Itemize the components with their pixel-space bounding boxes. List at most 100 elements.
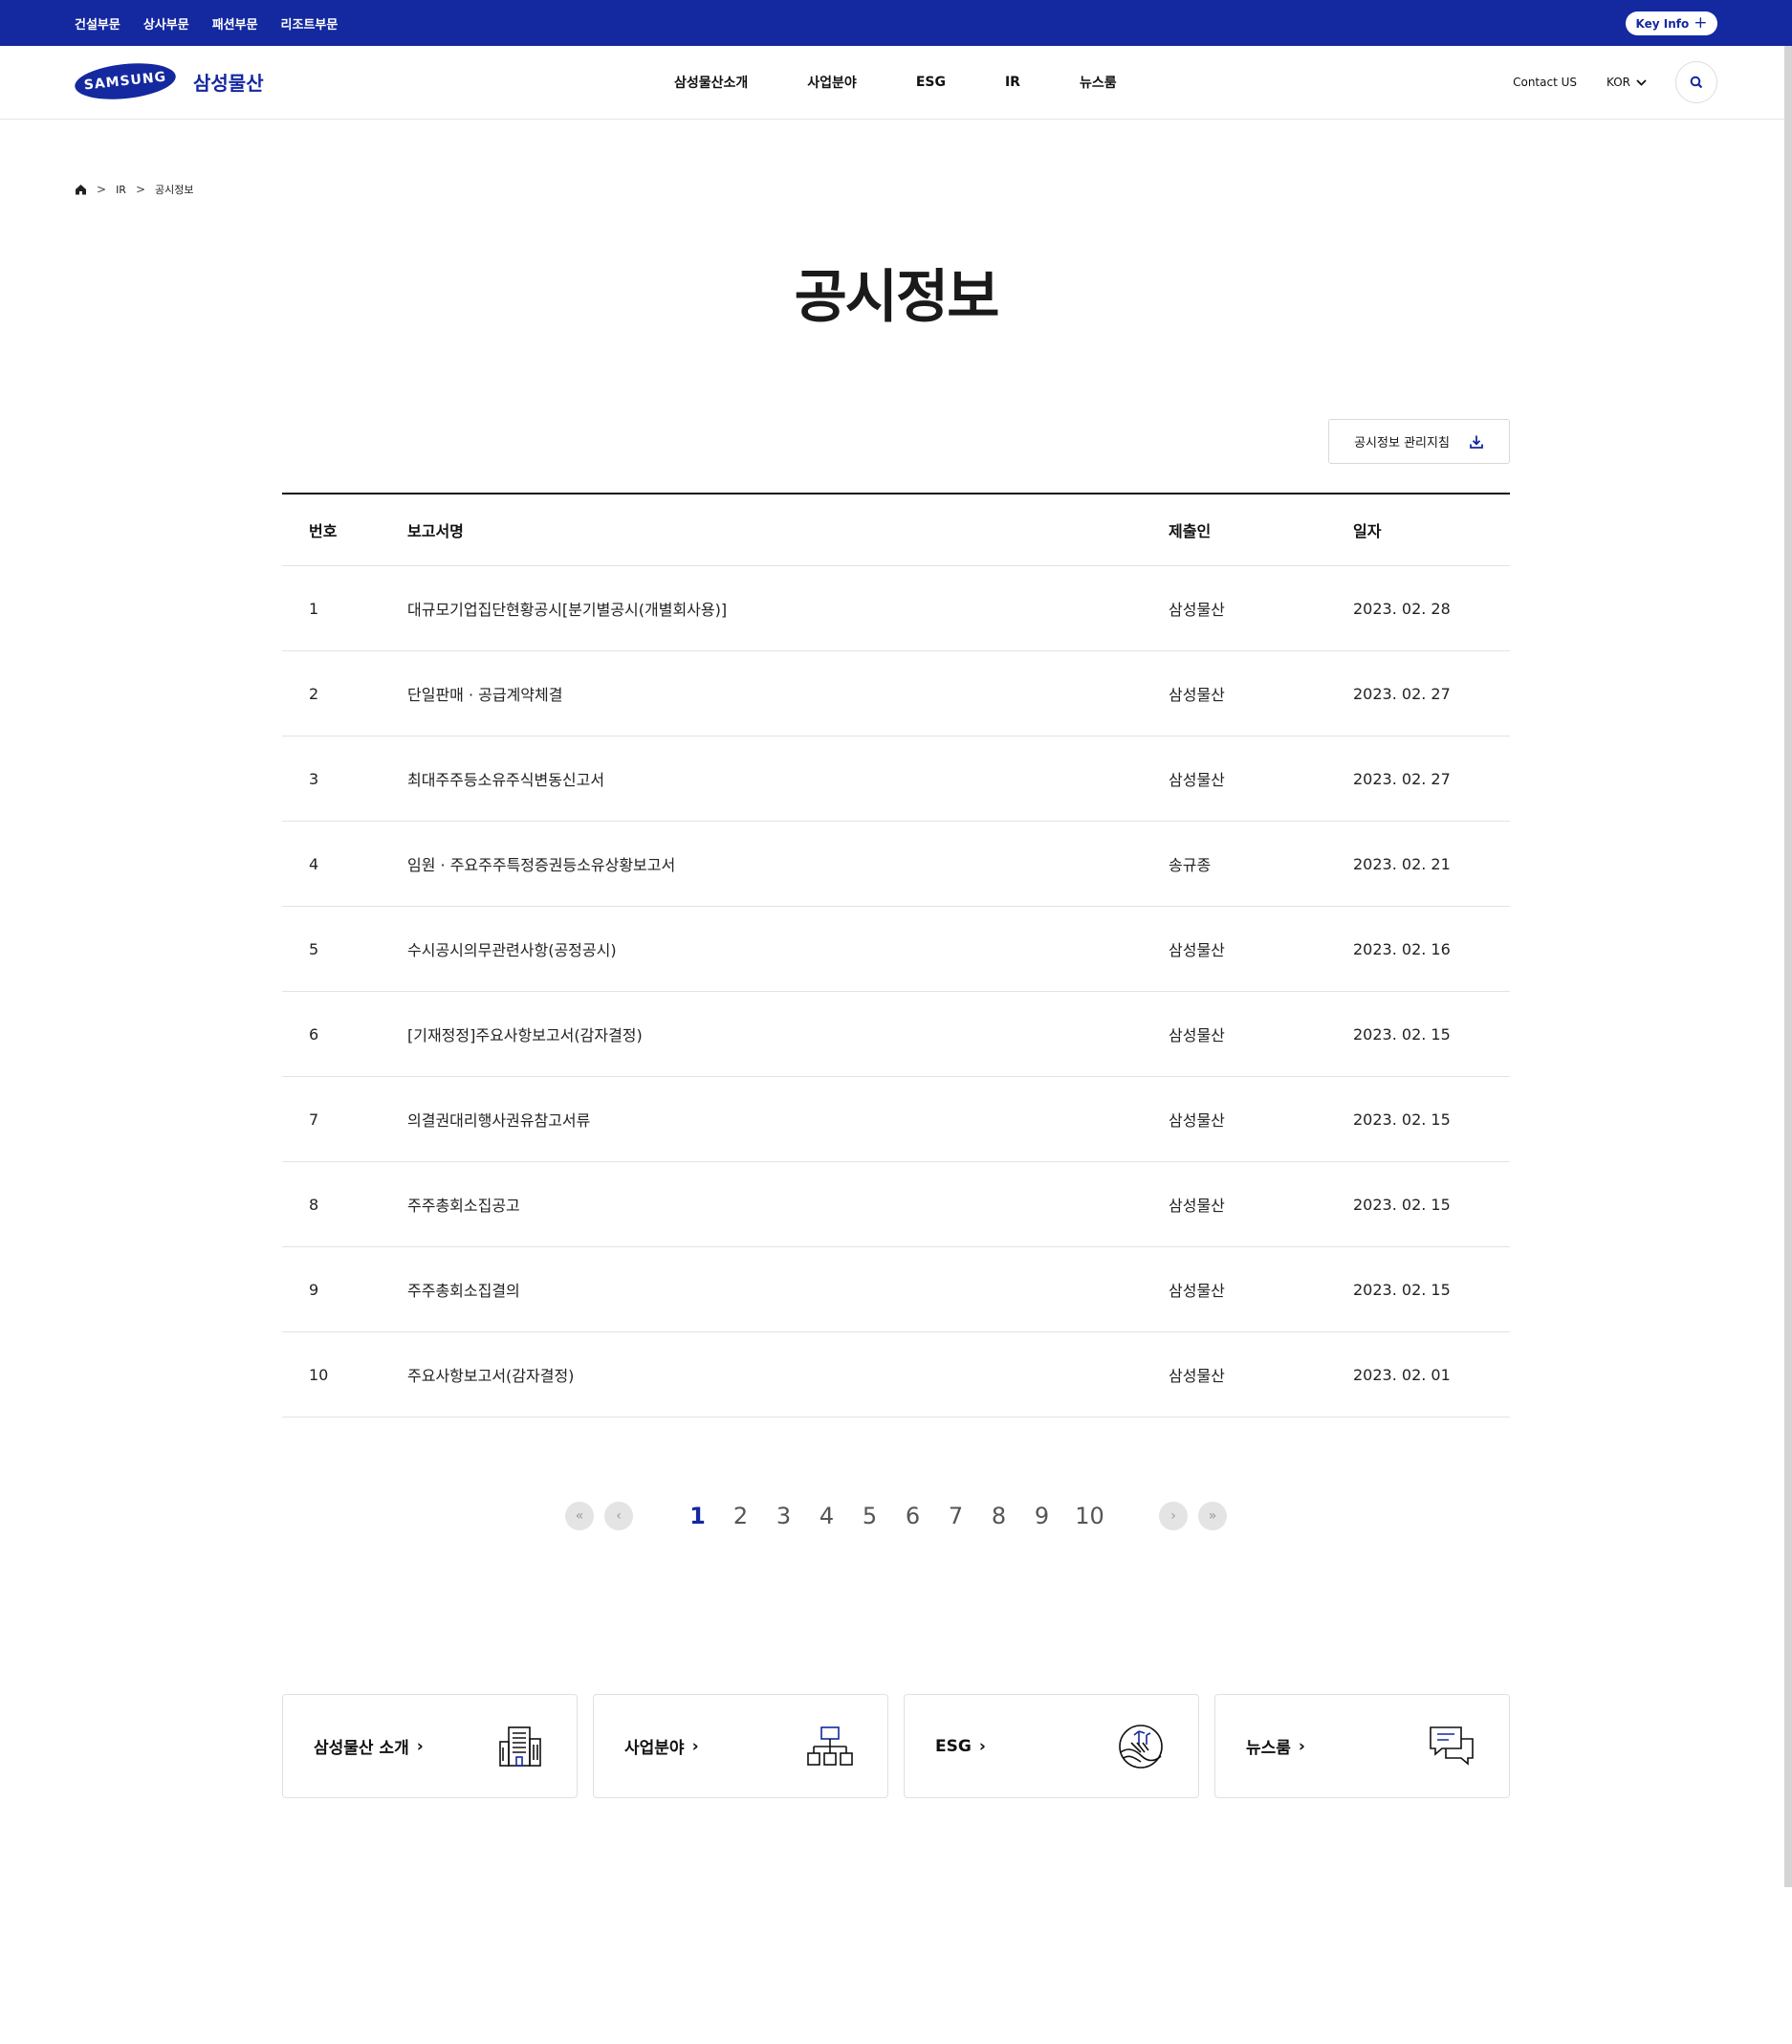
report-title-link[interactable]: 주주총회소집결의 (405, 1278, 1167, 1301)
table-row[interactable]: 5 수시공시의무관련사항(공정공시) 삼성물산 2023. 02. 16 (282, 907, 1510, 992)
card-label-text: 삼성물산 소개 (314, 1739, 409, 1758)
breadcrumb-item-current: 공시정보 (155, 184, 194, 196)
row-number: 2 (309, 684, 319, 703)
division-links: 건설부문 상사부문 패션부문 리조트부문 (75, 0, 338, 46)
page-number[interactable]: 3 (762, 1503, 805, 1529)
prev-page-button[interactable]: ‹ (604, 1502, 633, 1530)
report-title-link[interactable]: 임원 · 주요주주특정증권등소유상황보고서 (405, 852, 1167, 875)
nav-item-ir[interactable]: IR (1005, 75, 1020, 90)
page-number[interactable]: 5 (848, 1503, 891, 1529)
division-link-fashion[interactable]: 패션부문 (212, 14, 258, 33)
card-label-text: ESG (935, 1736, 972, 1756)
division-link-construction[interactable]: 건설부문 (75, 14, 120, 33)
page-number[interactable]: 9 (1020, 1503, 1063, 1529)
key-info-button[interactable]: Key Info + (1626, 11, 1717, 35)
disclosure-guide-label: 공시정보 관리지침 (1354, 436, 1450, 451)
chevron-right-icon: › (1298, 1736, 1305, 1756)
table-row[interactable]: 6 [기재정정]주요사항보고서(감자결정) 삼성물산 2023. 02. 15 (282, 992, 1510, 1077)
row-submitter: 삼성물산 (1169, 1282, 1225, 1300)
page-number[interactable]: 10 (1063, 1503, 1116, 1529)
main-nav: 삼성물산소개 사업분야 ESG IR 뉴스룸 (674, 46, 1176, 119)
row-submitter: 삼성물산 (1169, 1367, 1225, 1385)
report-title-link[interactable]: 대규모기업집단현황공시[분기별공시(개별회사용)] (405, 597, 1167, 620)
home-logo[interactable]: SAMSUNG 삼성물산 (73, 58, 264, 104)
chevron-right-icon: › (416, 1736, 424, 1756)
nav-item-about[interactable]: 삼성물산소개 (674, 73, 748, 92)
division-link-resort[interactable]: 리조트부문 (281, 14, 339, 33)
next-page-button[interactable]: › (1159, 1502, 1188, 1530)
page-number[interactable]: 6 (891, 1503, 934, 1529)
row-date: 2023. 02. 21 (1353, 854, 1451, 873)
row-date: 2023. 02. 28 (1353, 599, 1451, 618)
col-header-submitter: 제출인 (1169, 522, 1212, 540)
row-date: 2023. 02. 15 (1353, 1195, 1451, 1214)
last-page-button[interactable]: » (1198, 1502, 1227, 1530)
report-title-link[interactable]: 수시공시의무관련사항(공정공시) (405, 937, 1167, 960)
row-submitter: 삼성물산 (1169, 1111, 1225, 1130)
download-icon (1470, 435, 1483, 449)
breadcrumb-item-ir[interactable]: IR (116, 184, 126, 196)
row-submitter: 삼성물산 (1169, 686, 1225, 704)
table-row[interactable]: 9 주주총회소집결의 삼성물산 2023. 02. 15 (282, 1247, 1510, 1332)
page-number[interactable]: 8 (977, 1503, 1020, 1529)
page-scrollbar[interactable] (1784, 46, 1792, 1887)
language-select[interactable]: KOR (1606, 76, 1647, 89)
row-submitter: 송규종 (1169, 856, 1212, 874)
row-number: 9 (309, 1280, 319, 1299)
language-label: KOR (1606, 76, 1630, 89)
page-number[interactable]: 7 (934, 1503, 977, 1529)
home-icon[interactable] (75, 184, 87, 195)
card-esg[interactable]: ESG › (904, 1694, 1199, 1798)
report-title-link[interactable]: 의결권대리행사권유참고서류 (405, 1108, 1167, 1131)
card-business[interactable]: 사업분야 › (593, 1694, 888, 1798)
search-button[interactable] (1675, 61, 1717, 103)
row-submitter: 삼성물산 (1169, 1026, 1225, 1044)
report-title-link[interactable]: [기재정정]주요사항보고서(감자결정) (405, 1022, 1167, 1045)
row-date: 2023. 02. 01 (1353, 1365, 1451, 1384)
card-about[interactable]: 삼성물산 소개 › (282, 1694, 578, 1798)
company-name: 삼성물산 (193, 71, 264, 95)
table-row[interactable]: 4 임원 · 주요주주특정증권등소유상황보고서 송규종 2023. 02. 21 (282, 822, 1510, 907)
report-title-link[interactable]: 최대주주등소유주식변동신고서 (405, 767, 1167, 790)
report-title-link[interactable]: 주요사항보고서(감자결정) (405, 1363, 1167, 1386)
division-link-trading[interactable]: 상사부문 (143, 14, 189, 33)
breadcrumb-separator: > (97, 183, 107, 196)
report-title-link[interactable]: 단일판매 · 공급계약체결 (405, 682, 1167, 705)
row-date: 2023. 02. 15 (1353, 1024, 1451, 1044)
row-submitter: 삼성물산 (1169, 1197, 1225, 1215)
chevron-down-icon (1636, 78, 1647, 86)
table-row[interactable]: 2 단일판매 · 공급계약체결 삼성물산 2023. 02. 27 (282, 651, 1510, 736)
row-date: 2023. 02. 16 (1353, 939, 1451, 958)
breadcrumb: > IR > 공시정보 (75, 182, 194, 197)
search-icon (1690, 76, 1703, 89)
table-row[interactable]: 8 주주총회소집공고 삼성물산 2023. 02. 15 (282, 1162, 1510, 1247)
contact-us-link[interactable]: Contact US (1513, 76, 1577, 89)
report-title-link[interactable]: 주주총회소집공고 (405, 1193, 1167, 1216)
table-header: 번호 보고서명 제출인 일자 (282, 495, 1510, 566)
row-number: 8 (309, 1195, 319, 1214)
page-title: 공시정보 (794, 264, 1000, 331)
row-date: 2023. 02. 15 (1353, 1280, 1451, 1299)
table-row[interactable]: 10 주요사항보고서(감자결정) 삼성물산 2023. 02. 01 (282, 1332, 1510, 1418)
chevron-right-icon: › (691, 1736, 699, 1756)
page-number[interactable]: 4 (805, 1503, 848, 1529)
nav-item-newsroom[interactable]: 뉴스룸 (1080, 73, 1117, 92)
row-number: 5 (309, 939, 319, 958)
row-date: 2023. 02. 27 (1353, 769, 1451, 788)
plus-icon: + (1694, 13, 1708, 33)
page-number[interactable]: 2 (719, 1503, 762, 1529)
table-row[interactable]: 7 의결권대리행사권유참고서류 삼성물산 2023. 02. 15 (282, 1077, 1510, 1162)
org-chart-icon (807, 1725, 853, 1766)
nav-item-esg[interactable]: ESG (916, 75, 946, 90)
globe-wind-icon (1119, 1724, 1163, 1769)
table-row[interactable]: 1 대규모기업집단현황공시[분기별공시(개별회사용)] 삼성물산 2023. 0… (282, 566, 1510, 651)
disclosure-table: 번호 보고서명 제출인 일자 1 대규모기업집단현황공시[분기별공시(개별회사용… (282, 493, 1510, 1418)
card-newsroom[interactable]: 뉴스룸 › (1214, 1694, 1510, 1798)
col-header-title: 보고서명 (407, 522, 464, 540)
first-page-button[interactable]: « (565, 1502, 594, 1530)
page-number[interactable]: 1 (676, 1503, 719, 1529)
nav-item-business[interactable]: 사업분야 (807, 73, 857, 92)
disclosure-guide-download-button[interactable]: 공시정보 관리지침 (1328, 419, 1510, 464)
table-row[interactable]: 3 최대주주등소유주식변동신고서 삼성물산 2023. 02. 27 (282, 736, 1510, 822)
key-info-label: Key Info (1635, 16, 1690, 31)
